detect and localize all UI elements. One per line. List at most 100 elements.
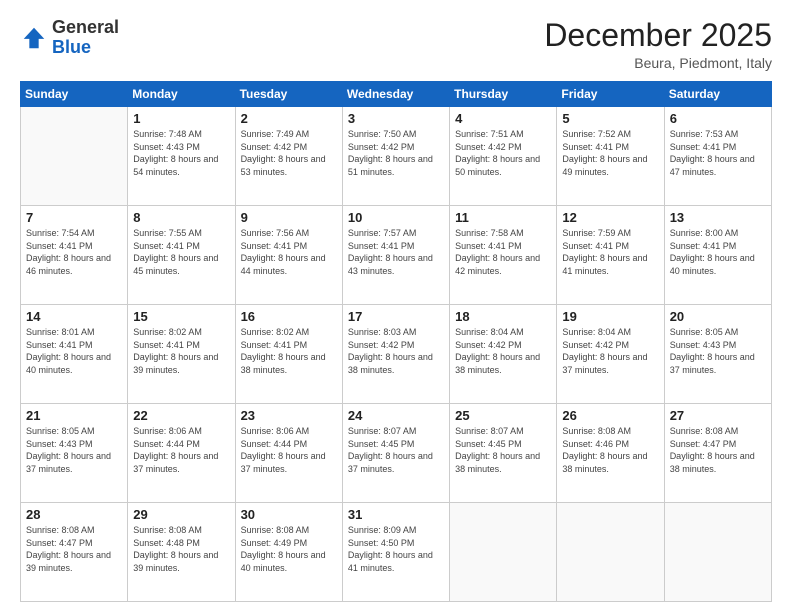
day-number: 29	[133, 507, 229, 522]
table-row: 20 Sunrise: 8:05 AM Sunset: 4:43 PM Dayli…	[664, 305, 771, 404]
day-info: Sunrise: 7:59 AM Sunset: 4:41 PM Dayligh…	[562, 227, 658, 277]
calendar-week-row: 7Sunrise: 7:54 AM Sunset: 4:41 PM Daylig…	[21, 206, 772, 305]
day-info: Sunrise: 7:48 AM Sunset: 4:43 PM Dayligh…	[133, 128, 229, 178]
day-number: 22	[133, 408, 229, 423]
day-number: 16	[241, 309, 337, 324]
header-monday: Monday	[128, 82, 235, 107]
day-info: Sunrise: 7:49 AM Sunset: 4:42 PM Dayligh…	[241, 128, 337, 178]
day-info: Sunrise: 7:56 AM Sunset: 4:41 PM Dayligh…	[241, 227, 337, 277]
day-number: 21	[26, 408, 122, 423]
header-thursday: Thursday	[450, 82, 557, 107]
day-info: Sunrise: 7:58 AM Sunset: 4:41 PM Dayligh…	[455, 227, 551, 277]
calendar-week-row: 1Sunrise: 7:48 AM Sunset: 4:43 PM Daylig…	[21, 107, 772, 206]
table-row: 8 Sunrise: 7:55 AM Sunset: 4:41 PM Daylig…	[128, 206, 235, 305]
day-number: 3	[348, 111, 444, 126]
table-row: 18 Sunrise: 8:04 AM Sunset: 4:42 PM Dayli…	[450, 305, 557, 404]
day-info: Sunrise: 8:07 AM Sunset: 4:45 PM Dayligh…	[348, 425, 444, 475]
day-number: 31	[348, 507, 444, 522]
day-info: Sunrise: 7:57 AM Sunset: 4:41 PM Dayligh…	[348, 227, 444, 277]
table-row: 11 Sunrise: 7:58 AM Sunset: 4:41 PM Dayli…	[450, 206, 557, 305]
calendar-page: General Blue December 2025 Beura, Piedmo…	[0, 0, 792, 612]
calendar-table: Sunday Monday Tuesday Wednesday Thursday…	[20, 81, 772, 602]
header: General Blue December 2025 Beura, Piedmo…	[20, 18, 772, 71]
day-number: 27	[670, 408, 766, 423]
day-info: Sunrise: 7:52 AM Sunset: 4:41 PM Dayligh…	[562, 128, 658, 178]
calendar-week-row: 28Sunrise: 8:08 AM Sunset: 4:47 PM Dayli…	[21, 503, 772, 602]
table-row: 12 Sunrise: 7:59 AM Sunset: 4:41 PM Dayli…	[557, 206, 664, 305]
day-number: 18	[455, 309, 551, 324]
day-info: Sunrise: 8:06 AM Sunset: 4:44 PM Dayligh…	[133, 425, 229, 475]
day-info: Sunrise: 8:02 AM Sunset: 4:41 PM Dayligh…	[241, 326, 337, 376]
calendar-week-row: 21 Sunrise: 8:05 AM Sunset: 4:43 PM Dayli…	[21, 404, 772, 503]
table-row: 29Sunrise: 8:08 AM Sunset: 4:48 PM Dayli…	[128, 503, 235, 602]
table-row: 3Sunrise: 7:50 AM Sunset: 4:42 PM Daylig…	[342, 107, 449, 206]
day-number: 8	[133, 210, 229, 225]
day-info: Sunrise: 8:09 AM Sunset: 4:50 PM Dayligh…	[348, 524, 444, 574]
table-row: 23Sunrise: 8:06 AM Sunset: 4:44 PM Dayli…	[235, 404, 342, 503]
day-number: 5	[562, 111, 658, 126]
day-number: 10	[348, 210, 444, 225]
table-row	[664, 503, 771, 602]
header-saturday: Saturday	[664, 82, 771, 107]
logo-general-text: General	[52, 17, 119, 37]
day-number: 19	[562, 309, 658, 324]
table-row: 24 Sunrise: 8:07 AM Sunset: 4:45 PM Dayli…	[342, 404, 449, 503]
day-info: Sunrise: 8:05 AM Sunset: 4:43 PM Dayligh…	[26, 425, 122, 475]
day-info: Sunrise: 8:01 AM Sunset: 4:41 PM Dayligh…	[26, 326, 122, 376]
day-number: 25	[455, 408, 551, 423]
day-info: Sunrise: 7:53 AM Sunset: 4:41 PM Dayligh…	[670, 128, 766, 178]
day-info: Sunrise: 8:08 AM Sunset: 4:47 PM Dayligh…	[670, 425, 766, 475]
table-row: 22 Sunrise: 8:06 AM Sunset: 4:44 PM Dayli…	[128, 404, 235, 503]
day-info: Sunrise: 7:51 AM Sunset: 4:42 PM Dayligh…	[455, 128, 551, 178]
calendar-week-row: 14 Sunrise: 8:01 AM Sunset: 4:41 PM Dayli…	[21, 305, 772, 404]
table-row: 1Sunrise: 7:48 AM Sunset: 4:43 PM Daylig…	[128, 107, 235, 206]
day-number: 20	[670, 309, 766, 324]
day-number: 7	[26, 210, 122, 225]
day-number: 9	[241, 210, 337, 225]
header-friday: Friday	[557, 82, 664, 107]
day-number: 30	[241, 507, 337, 522]
day-number: 15	[133, 309, 229, 324]
table-row: 13Sunrise: 8:00 AM Sunset: 4:41 PM Dayli…	[664, 206, 771, 305]
table-row: 10 Sunrise: 7:57 AM Sunset: 4:41 PM Dayli…	[342, 206, 449, 305]
table-row: 17 Sunrise: 8:03 AM Sunset: 4:42 PM Dayli…	[342, 305, 449, 404]
table-row: 19 Sunrise: 8:04 AM Sunset: 4:42 PM Dayli…	[557, 305, 664, 404]
day-info: Sunrise: 8:07 AM Sunset: 4:45 PM Dayligh…	[455, 425, 551, 475]
table-row: 6 Sunrise: 7:53 AM Sunset: 4:41 PM Daylig…	[664, 107, 771, 206]
location-subtitle: Beura, Piedmont, Italy	[544, 55, 772, 71]
day-number: 12	[562, 210, 658, 225]
day-info: Sunrise: 8:08 AM Sunset: 4:47 PM Dayligh…	[26, 524, 122, 574]
day-info: Sunrise: 7:55 AM Sunset: 4:41 PM Dayligh…	[133, 227, 229, 277]
table-row: 25 Sunrise: 8:07 AM Sunset: 4:45 PM Dayli…	[450, 404, 557, 503]
table-row: 2 Sunrise: 7:49 AM Sunset: 4:42 PM Daylig…	[235, 107, 342, 206]
day-number: 2	[241, 111, 337, 126]
logo-icon	[20, 24, 48, 52]
day-number: 13	[670, 210, 766, 225]
day-number: 24	[348, 408, 444, 423]
day-number: 4	[455, 111, 551, 126]
day-number: 23	[241, 408, 337, 423]
day-info: Sunrise: 8:03 AM Sunset: 4:42 PM Dayligh…	[348, 326, 444, 376]
table-row: 7Sunrise: 7:54 AM Sunset: 4:41 PM Daylig…	[21, 206, 128, 305]
day-info: Sunrise: 8:04 AM Sunset: 4:42 PM Dayligh…	[562, 326, 658, 376]
day-info: Sunrise: 8:04 AM Sunset: 4:42 PM Dayligh…	[455, 326, 551, 376]
logo-blue-text: Blue	[52, 37, 91, 57]
table-row: 27 Sunrise: 8:08 AM Sunset: 4:47 PM Dayli…	[664, 404, 771, 503]
day-number: 6	[670, 111, 766, 126]
day-info: Sunrise: 8:08 AM Sunset: 4:49 PM Dayligh…	[241, 524, 337, 574]
header-wednesday: Wednesday	[342, 82, 449, 107]
table-row: 16 Sunrise: 8:02 AM Sunset: 4:41 PM Dayli…	[235, 305, 342, 404]
table-row	[21, 107, 128, 206]
weekday-header-row: Sunday Monday Tuesday Wednesday Thursday…	[21, 82, 772, 107]
day-info: Sunrise: 8:05 AM Sunset: 4:43 PM Dayligh…	[670, 326, 766, 376]
day-number: 11	[455, 210, 551, 225]
table-row: 15 Sunrise: 8:02 AM Sunset: 4:41 PM Dayli…	[128, 305, 235, 404]
table-row	[450, 503, 557, 602]
table-row: 4 Sunrise: 7:51 AM Sunset: 4:42 PM Daylig…	[450, 107, 557, 206]
day-number: 14	[26, 309, 122, 324]
day-info: Sunrise: 8:02 AM Sunset: 4:41 PM Dayligh…	[133, 326, 229, 376]
table-row: 5 Sunrise: 7:52 AM Sunset: 4:41 PM Daylig…	[557, 107, 664, 206]
header-tuesday: Tuesday	[235, 82, 342, 107]
day-number: 17	[348, 309, 444, 324]
table-row: 28Sunrise: 8:08 AM Sunset: 4:47 PM Dayli…	[21, 503, 128, 602]
